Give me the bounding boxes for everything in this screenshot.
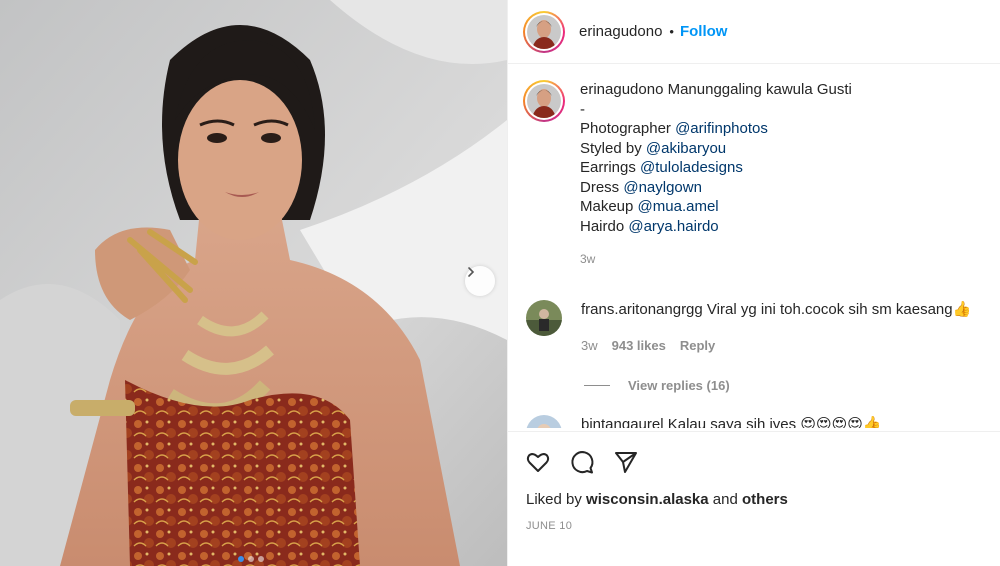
caption-line: Photographer @arifinphotos	[580, 120, 768, 137]
comment-username[interactable]: bintangaurel	[581, 416, 664, 429]
mention-link[interactable]: @arifinphotos	[675, 120, 768, 137]
caption-line: Makeup @mua.amel	[580, 198, 719, 215]
carousel-dots	[238, 556, 264, 562]
caption-time[interactable]: 3w	[580, 250, 852, 270]
caption-line: Styled by @akibaryou	[580, 139, 727, 157]
separator: •	[669, 24, 674, 39]
share-icon[interactable]	[613, 449, 639, 475]
comment-item: frans.aritonangrgg Viral yg ini toh.coco…	[508, 299, 1000, 356]
action-bar	[508, 432, 1000, 475]
post-panel: erinagudono • Follow erinagudono Manungg…	[507, 0, 1000, 566]
chevron-right-icon	[468, 267, 475, 277]
liked-by-others[interactable]: others	[742, 491, 788, 508]
post-actions-area: Liked by wisconsin.alaska and others JUN…	[508, 431, 1000, 566]
comment-likes[interactable]: 943 likes	[612, 336, 666, 356]
caption-line: Dress @naylgown	[580, 178, 702, 196]
comment-text: Viral yg ini toh.cocok sih sm kaesang👍	[706, 300, 972, 318]
mention-link[interactable]: @arya.hairdo	[628, 218, 718, 235]
mention-link[interactable]: @akibaryou	[646, 140, 726, 157]
comment-item: bintangaurel Kalau saya sih iyes 😍😍😍😍👍	[508, 414, 1000, 429]
liked-by-user[interactable]: wisconsin.alaska	[586, 491, 709, 508]
avatar[interactable]	[523, 80, 565, 122]
comments-section[interactable]: erinagudono Manunggaling kawula Gusti - …	[508, 64, 1000, 428]
mention-link[interactable]: @naylgown	[623, 179, 702, 196]
avatar[interactable]	[526, 414, 562, 428]
caption-line: Earrings @tuloladesigns	[580, 159, 743, 176]
caption-body: erinagudono Manunggaling kawula Gusti - …	[580, 80, 852, 270]
comment-icon[interactable]	[569, 449, 595, 475]
comment-meta: 3w 943 likes Reply	[581, 336, 971, 356]
caption-username[interactable]: erinagudono	[580, 81, 663, 98]
reply-button[interactable]: Reply	[680, 336, 715, 356]
post-header: erinagudono • Follow	[508, 0, 1000, 64]
mention-link[interactable]: @tuloladesigns	[640, 159, 743, 176]
divider	[584, 384, 610, 386]
comment-time[interactable]: 3w	[581, 336, 598, 356]
avatar[interactable]	[526, 299, 562, 336]
caption: erinagudono Manunggaling kawula Gusti - …	[508, 64, 1000, 270]
mention-link[interactable]: @mua.amel	[638, 198, 719, 215]
view-replies-label: View replies (16)	[628, 377, 730, 393]
heart-icon[interactable]	[525, 449, 551, 475]
carousel-dot	[248, 556, 254, 562]
caption-text: Manunggaling kawula Gusti	[667, 81, 852, 98]
liked-by: Liked by wisconsin.alaska and others	[526, 491, 788, 508]
carousel-dot	[258, 556, 264, 562]
caption-dash: -	[580, 100, 585, 118]
follow-button[interactable]: Follow	[680, 23, 728, 40]
avatar-image	[527, 14, 561, 49]
portrait-image	[0, 0, 507, 566]
post-username[interactable]: erinagudono	[579, 23, 662, 40]
caption-line: Hairdo @arya.hairdo	[580, 217, 719, 235]
post-date[interactable]: JUNE 10	[526, 520, 1000, 532]
commenter-avatar-image	[526, 299, 562, 336]
commenter-avatar-image	[526, 414, 562, 428]
avatar[interactable]	[523, 10, 565, 53]
comment-text: Kalau saya sih iyes 😍😍😍😍👍	[667, 415, 882, 429]
carousel-dot	[238, 556, 244, 562]
comment-username[interactable]: frans.aritonangrgg	[581, 301, 703, 318]
post-photo[interactable]	[0, 0, 507, 566]
view-replies-button[interactable]: View replies (16)	[584, 378, 1000, 393]
next-photo-button[interactable]	[465, 266, 495, 296]
avatar-image	[527, 84, 561, 118]
